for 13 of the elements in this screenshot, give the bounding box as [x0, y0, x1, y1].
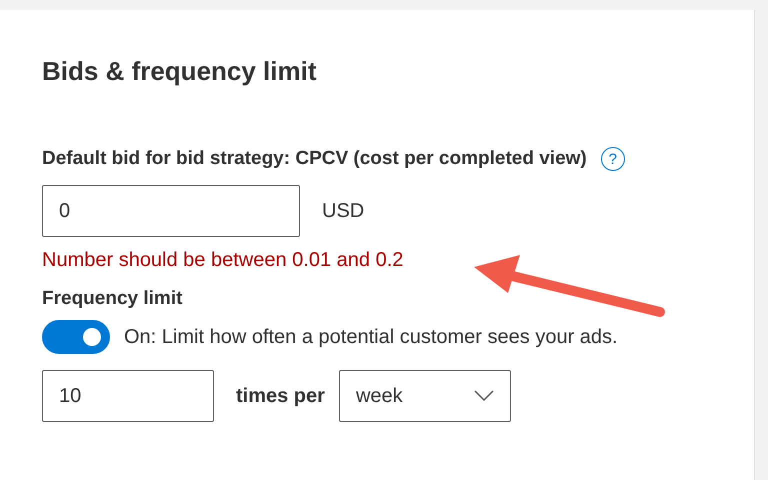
field-label: Frequency limit — [42, 288, 182, 310]
chevron-icon — [474, 390, 494, 402]
toggle-switch[interactable] — [42, 320, 110, 354]
toggle-label: On: Limit how often a potential customer sees your ads. — [124, 326, 618, 348]
bid-input[interactable]: 0 — [42, 185, 300, 237]
field-label: Default bid for bid strategy: CPCV (cost per completed view) — [42, 148, 587, 170]
frequency-input[interactable]: 10 — [42, 370, 214, 422]
currency-label: USD — [322, 200, 364, 222]
help-icon[interactable]: ? — [600, 147, 625, 171]
period-dropdown[interactable]: week — [338, 370, 511, 422]
unit-label: times per — [236, 384, 325, 408]
error-message: Number should be between 0.01 and 0.2 — [42, 249, 404, 272]
section-title: Bids & frequency limit — [42, 56, 316, 87]
